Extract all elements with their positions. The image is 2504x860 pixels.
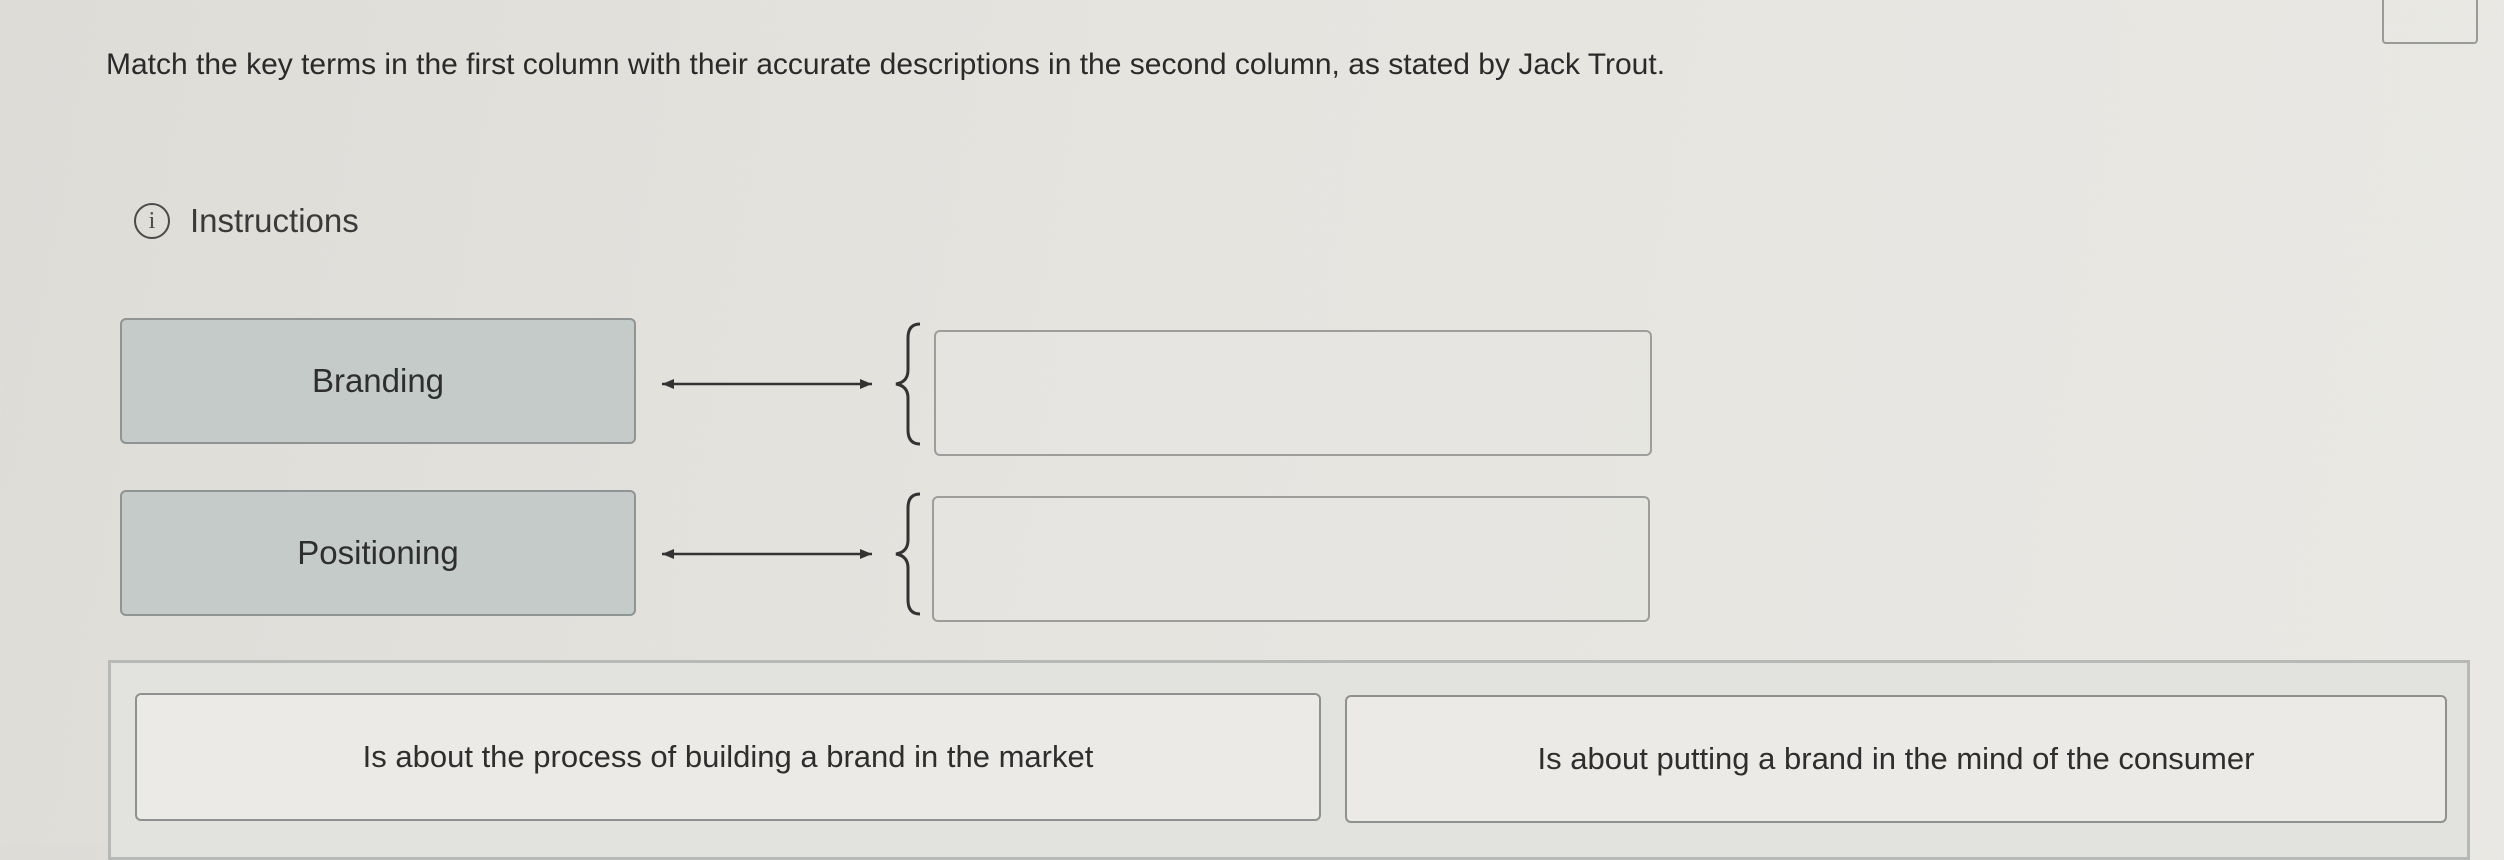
match-connector-2 — [662, 549, 872, 559]
match-connector-1 — [662, 379, 872, 389]
drop-target-2[interactable] — [932, 496, 1650, 622]
answer-pool: Is about the process of building a brand… — [108, 660, 2470, 860]
corner-button[interactable] — [2382, 0, 2478, 44]
bracket-2 — [895, 492, 921, 616]
drop-target-1[interactable] — [934, 330, 1652, 456]
term-positioning[interactable]: Positioning — [120, 490, 636, 616]
description-card-building[interactable]: Is about the process of building a brand… — [135, 693, 1321, 821]
instructions-toggle[interactable]: i Instructions — [134, 202, 359, 240]
description-card-mind[interactable]: Is about putting a brand in the mind of … — [1345, 695, 2447, 823]
question-prompt: Match the key terms in the first column … — [106, 48, 1666, 81]
term-branding[interactable]: Branding — [120, 318, 636, 444]
info-icon: i — [134, 203, 170, 239]
bracket-1 — [895, 322, 921, 446]
instructions-label: Instructions — [190, 202, 359, 239]
